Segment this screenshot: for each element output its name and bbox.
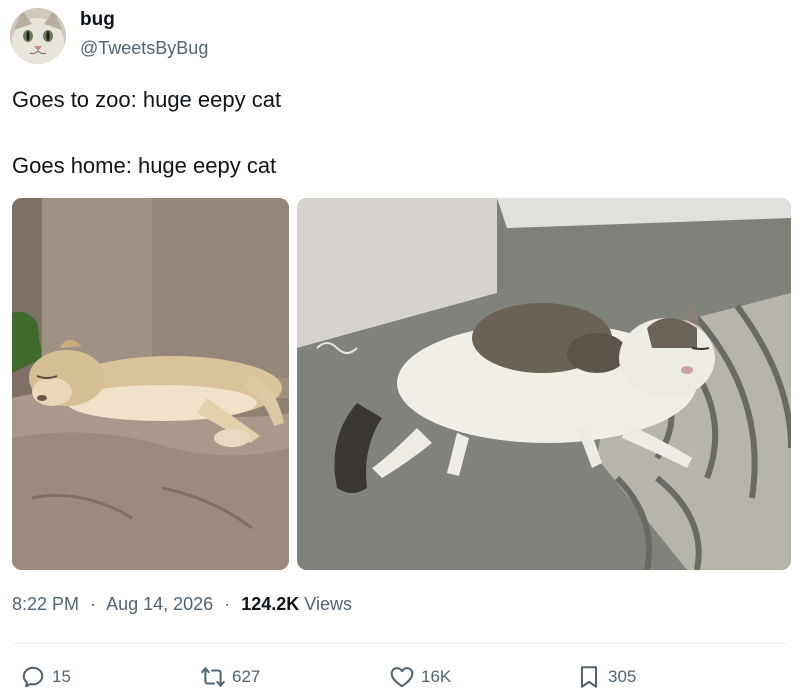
views-label: Views (304, 594, 352, 614)
bookmark-icon (580, 666, 598, 688)
retweet-count: 627 (232, 667, 261, 686)
sleeping-lioness-photo-icon (12, 198, 289, 570)
tweet-time[interactable]: 8:22 PM (12, 594, 79, 614)
divider (12, 643, 788, 644)
reply-icon (22, 666, 44, 688)
reply-button[interactable]: 15 (20, 662, 71, 692)
tweet-meta: 8:22 PM · Aug 14, 2026 · 124.2K Views (12, 594, 352, 615)
like-button[interactable]: 16K (389, 662, 451, 692)
sleeping-cat-photo-icon (297, 198, 791, 570)
cat-face-icon (10, 8, 66, 64)
tweet-date[interactable]: Aug 14, 2026 (106, 594, 213, 614)
heart-icon (390, 667, 414, 688)
tweet-photo-lioness[interactable] (12, 198, 289, 570)
tweet-card: bug @TweetsByBug Goes to zoo: huge eepy … (0, 0, 800, 699)
like-count: 16K (421, 667, 452, 686)
views-count: 124.2K (241, 594, 300, 614)
reply-count: 15 (52, 667, 71, 686)
tweet-text-line: Goes home: huge eepy cat (12, 153, 277, 178)
bookmark-button[interactable]: 305 (576, 662, 636, 692)
author-handle[interactable]: @TweetsByBug (80, 38, 208, 59)
author-name[interactable]: bug (80, 9, 115, 31)
retweet-icon (201, 667, 225, 687)
meta-separator: · (90, 594, 97, 614)
meta-separator: · (224, 594, 231, 614)
bookmark-count: 305 (608, 667, 637, 686)
avatar[interactable] (10, 8, 66, 64)
retweet-button[interactable]: 627 (200, 662, 260, 692)
tweet-photo-cat[interactable] (297, 198, 791, 570)
tweet-text-line: Goes to zoo: huge eepy cat (12, 87, 282, 112)
